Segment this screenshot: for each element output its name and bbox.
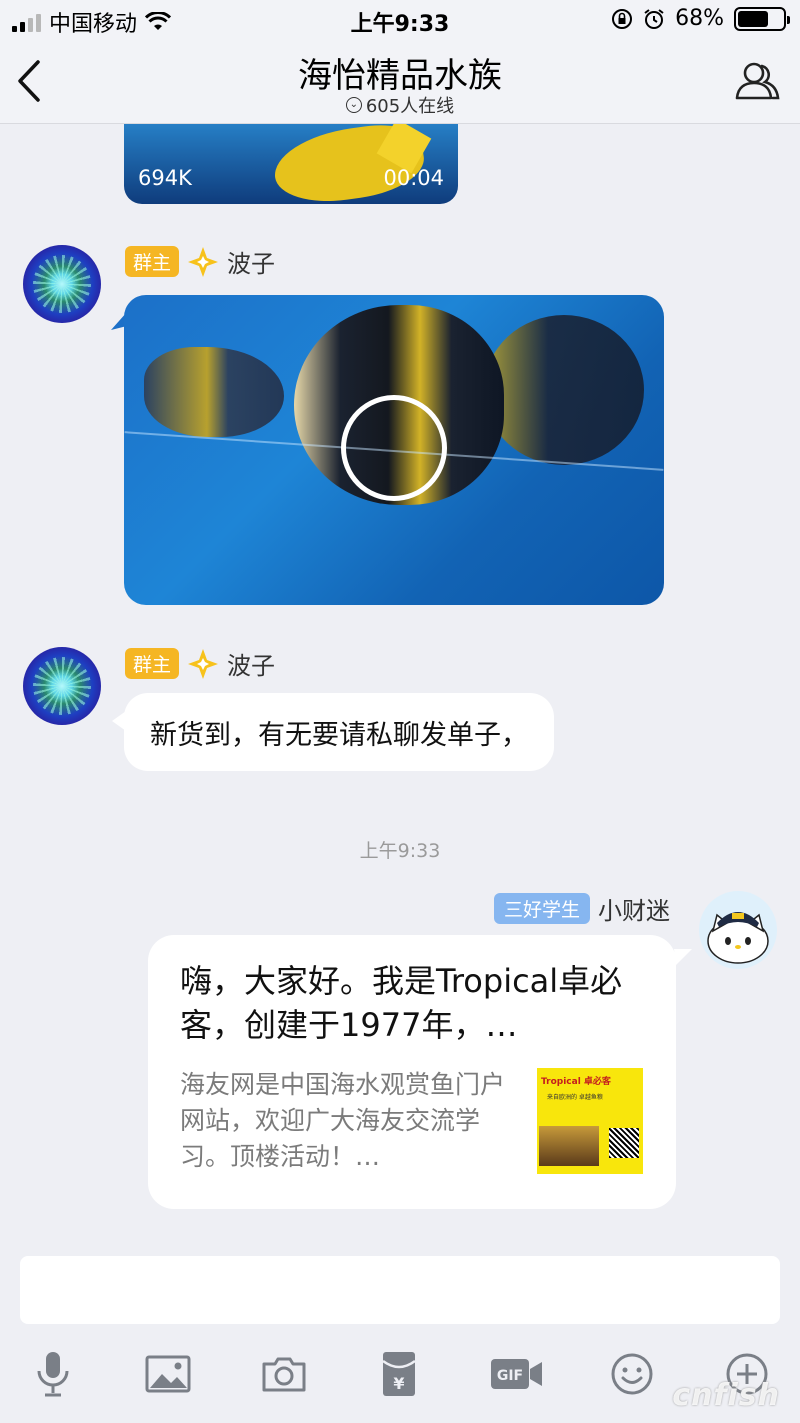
alarm-icon — [644, 8, 664, 29]
video-duration: 00:04 — [383, 166, 444, 190]
link-card[interactable]: 嗨，大家好。我是Tropical卓必客，创建于1977年，… 海友网是中国海水观… — [148, 935, 676, 1209]
loading-spinner-icon — [341, 395, 447, 501]
battery-percent: 68% — [675, 6, 724, 31]
message-timestamp: 上午9:33 — [359, 840, 441, 862]
message-bubble[interactable]: 新货到，有无要请私聊发单子， — [112, 693, 554, 771]
watermark: cnfish — [672, 1378, 780, 1413]
avatar[interactable] — [699, 891, 777, 969]
battery-icon — [734, 6, 790, 31]
sender-name[interactable]: 波子 — [227, 244, 275, 279]
sender-name[interactable]: 小财迷 — [598, 891, 670, 926]
sender-meta: 群主 波子 — [125, 244, 275, 279]
gif-icon[interactable]: GIF — [490, 1348, 544, 1400]
status-bar: 中国移动 上午9:33 68% — [0, 0, 800, 40]
title-badge: 三好学生 — [493, 893, 590, 924]
owner-badge: 群主 — [125, 246, 180, 277]
chat-header: 海怡精品水族 ⌄ 605人在线 — [0, 40, 800, 124]
card-description: 海友网是中国海水观赏鱼门户网站，欢迎广大海友交流学习。顶楼活动！… — [180, 1070, 506, 1171]
sender-name[interactable]: 波子 — [227, 646, 275, 681]
thumb-subtitle: 来自欧洲的 卓越鱼粮 — [547, 1094, 603, 1101]
video-size: 694K — [138, 166, 192, 190]
input-bar: ¥ GIF cnfish — [0, 1242, 800, 1423]
owner-badge: 群主 — [125, 648, 180, 679]
message-list[interactable]: 694K 00:04 群主 波子 群主 波子 新货到，有无要请私聊发单子， 上午… — [0, 124, 800, 1242]
svg-text:¥: ¥ — [393, 1374, 404, 1393]
gif-label: GIF — [497, 1368, 523, 1384]
card-thumbnail: Tropical 卓必客 来自欧洲的 卓越鱼粮 — [537, 1068, 643, 1174]
orientation-lock-icon — [612, 8, 633, 29]
group-members-icon[interactable] — [732, 56, 782, 106]
sender-meta: 群主 波子 — [125, 646, 275, 681]
avatar[interactable] — [23, 245, 101, 323]
message-text: 新货到，有无要请私聊发单子， — [150, 719, 528, 751]
qr-code-icon — [609, 1128, 639, 1158]
sparkle-star-icon — [188, 246, 219, 277]
chevron-down-icon: ⌄ — [345, 97, 362, 113]
hello-kitty-avatar-icon — [707, 912, 769, 964]
video-message[interactable] — [124, 295, 664, 605]
avatar[interactable] — [23, 647, 101, 725]
online-count[interactable]: ⌄ 605人在线 — [0, 92, 800, 118]
microphone-icon[interactable] — [28, 1348, 78, 1400]
thumb-brand: Tropical 卓必客 — [541, 1077, 611, 1087]
online-count-label: 605人在线 — [365, 96, 455, 117]
red-packet-icon[interactable]: ¥ — [374, 1348, 424, 1400]
sender-meta: 三好学生 小财迷 — [493, 891, 670, 926]
message-input[interactable] — [20, 1256, 780, 1324]
emoji-icon[interactable] — [607, 1348, 657, 1400]
camera-icon[interactable] — [259, 1348, 309, 1400]
image-icon[interactable] — [143, 1348, 193, 1400]
group-title[interactable]: 海怡精品水族 — [0, 48, 800, 97]
sparkle-star-icon — [188, 648, 219, 679]
video-message[interactable]: 694K 00:04 — [124, 124, 458, 204]
card-title: 嗨，大家好。我是Tropical卓必客，创建于1977年，… — [180, 962, 623, 1044]
